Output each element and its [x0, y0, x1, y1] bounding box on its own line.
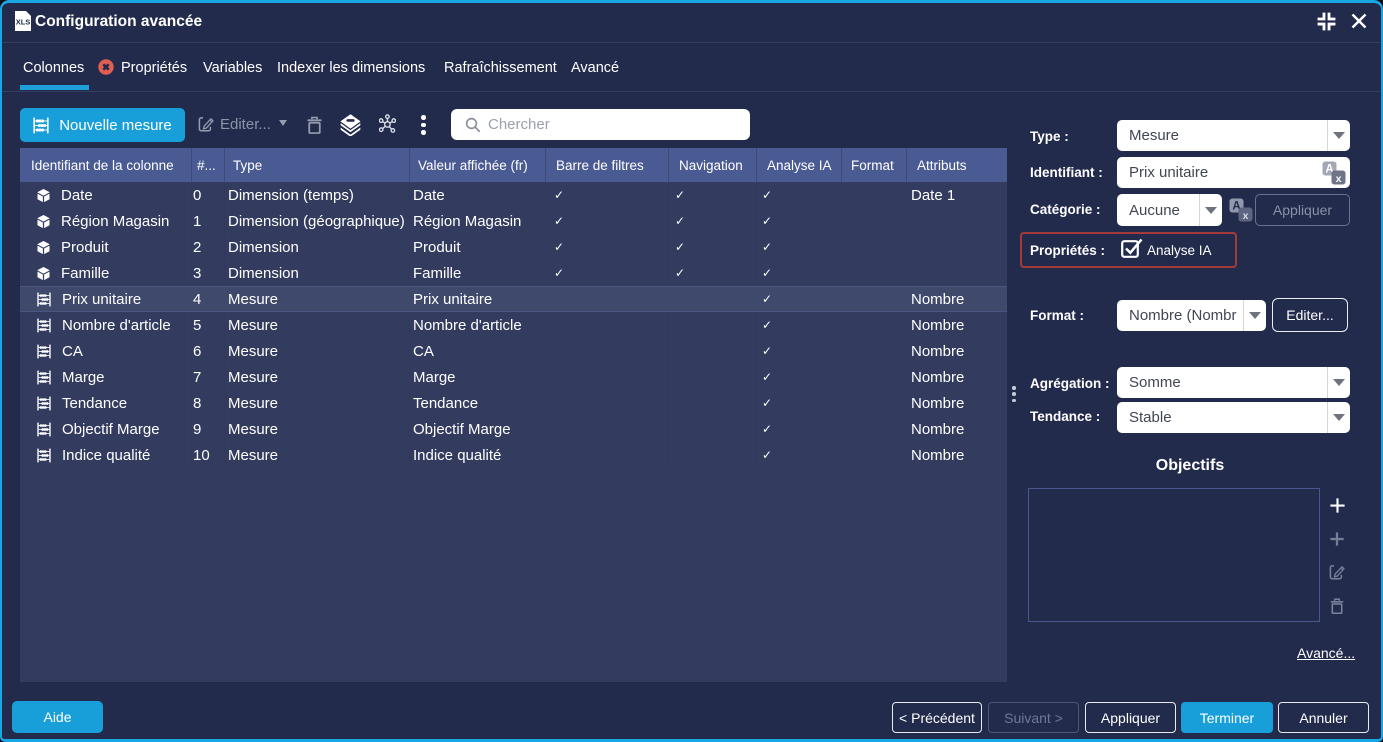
- svg-text:XLS: XLS: [16, 18, 31, 27]
- svg-text:x: x: [1243, 210, 1249, 222]
- svg-text:x: x: [1336, 173, 1342, 185]
